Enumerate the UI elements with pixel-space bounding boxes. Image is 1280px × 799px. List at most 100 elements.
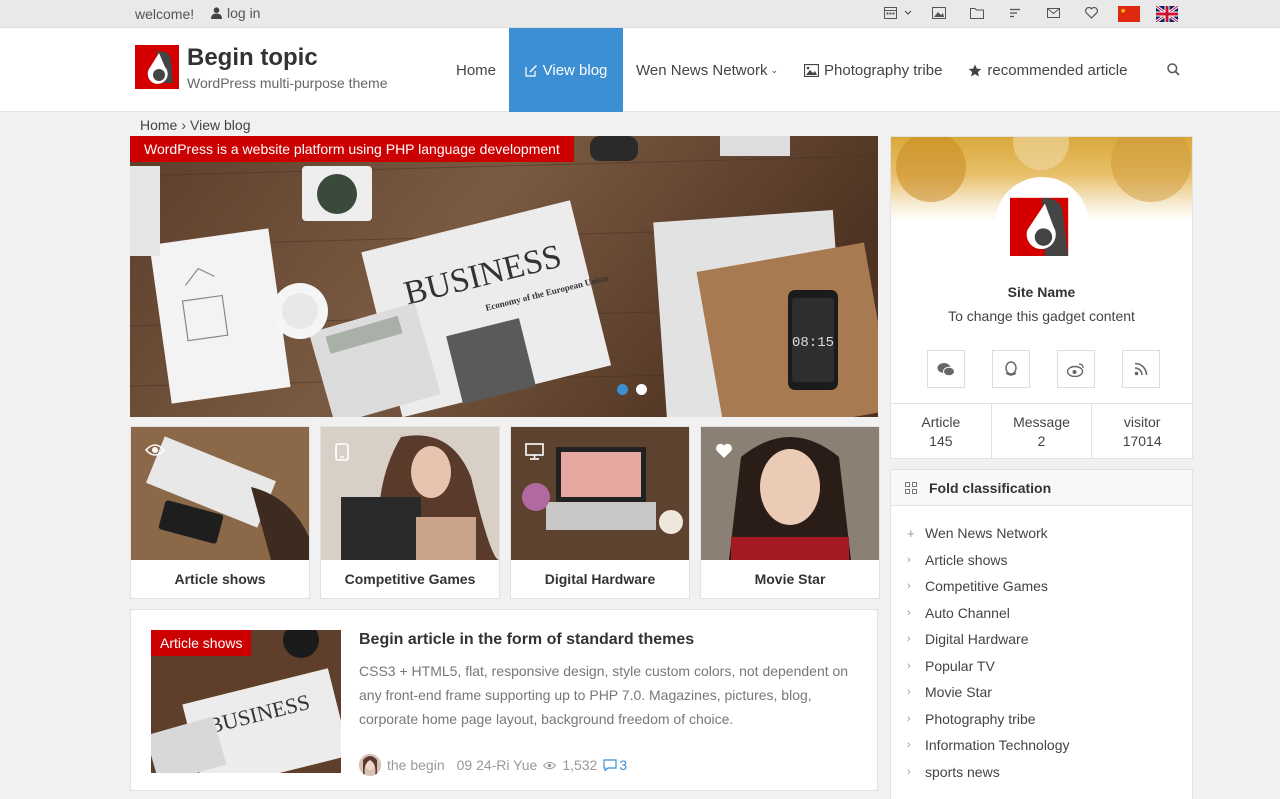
category-item-sports-news[interactable]: › sports news	[891, 759, 1192, 786]
category-item-information-technology[interactable]: › Information Technology	[891, 732, 1192, 759]
heart-icon[interactable]	[1084, 6, 1098, 20]
wechat-icon	[937, 362, 955, 376]
breadcrumb-separator: ›	[181, 117, 187, 133]
login-link[interactable]: log in	[211, 5, 260, 21]
nav-view-blog-label: View blog	[542, 61, 608, 79]
profile-name: Site Name	[1007, 284, 1076, 300]
tablet-icon	[335, 443, 349, 464]
site-logo-icon[interactable]	[135, 45, 179, 89]
monitor-icon	[525, 443, 544, 463]
category-card-article-shows[interactable]: Article shows	[130, 426, 310, 599]
category-item-competitive-games[interactable]: › Competitive Games	[891, 573, 1192, 600]
rss-icon	[1134, 362, 1148, 376]
top-bar: welcome! log in	[0, 0, 1280, 28]
slider-dot-2[interactable]	[636, 384, 647, 395]
heart-icon	[715, 443, 733, 462]
category-item-popular-tv[interactable]: › Popular TV	[891, 653, 1192, 680]
article-thumbnail[interactable]: BUSINESS Article shows	[151, 630, 341, 773]
folder-icon[interactable]	[970, 6, 984, 20]
site-title[interactable]: Begin topic	[187, 44, 318, 72]
image-icon[interactable]	[932, 6, 946, 20]
slider-dots	[617, 384, 647, 395]
hero-slider[interactable]: BUSINESS Economy of the European Union 0…	[130, 136, 878, 417]
expand-icon[interactable]: +	[907, 526, 921, 541]
chevron-right-icon: ›	[907, 633, 911, 646]
site-header: Begin topic WordPress multi-purpose them…	[0, 28, 1280, 112]
article-comments-count: 3	[619, 757, 628, 773]
category-card-competitive-games[interactable]: Competitive Games	[320, 426, 500, 599]
nav-view-blog[interactable]: View blog	[509, 28, 624, 112]
nav-home-label: Home	[456, 61, 497, 79]
category-item-article-shows[interactable]: › Article shows	[891, 547, 1192, 574]
chevron-down-icon: ⌄	[770, 64, 778, 75]
login-label: log in	[227, 5, 261, 21]
stat-label: visitor	[1123, 414, 1161, 430]
qq-button[interactable]	[992, 350, 1030, 388]
edit-icon	[525, 64, 538, 77]
category-label: Wen News Network	[925, 525, 1048, 542]
stat-visitor: visitor 17014	[1092, 404, 1192, 459]
profile-description: To change this gadget content	[948, 308, 1135, 324]
nav-home[interactable]: Home	[443, 28, 509, 112]
mail-icon[interactable]	[1046, 6, 1060, 20]
chevron-right-icon: ›	[907, 659, 911, 672]
list-icon[interactable]	[1008, 6, 1022, 20]
breadcrumb-current: View blog	[190, 117, 251, 133]
category-card-movie-star[interactable]: Movie Star	[700, 426, 880, 599]
stat-message: Message 2	[992, 404, 1093, 459]
category-card-digital-hardware[interactable]: Digital Hardware	[510, 426, 690, 599]
avatar[interactable]	[359, 754, 381, 776]
wechat-button[interactable]	[927, 350, 965, 388]
nav-recommended-article[interactable]: recommended article	[955, 28, 1140, 112]
chevron-right-icon: ›	[907, 739, 911, 752]
category-item-wen-news-network[interactable]: + Wen News Network	[891, 520, 1192, 547]
fold-classification-widget: Fold classification + Wen News Network › A…	[890, 469, 1193, 799]
card-label: Competitive Games	[344, 571, 476, 587]
profile-widget: Site Name To change this gadget content …	[890, 136, 1193, 459]
star-icon	[968, 64, 982, 77]
chevron-right-icon: ›	[907, 686, 911, 699]
card-label: Digital Hardware	[544, 571, 656, 587]
profile-logo-icon[interactable]	[995, 177, 1089, 271]
category-label: Photography tribe	[925, 710, 1036, 727]
user-icon	[211, 7, 222, 19]
uk-flag-icon[interactable]	[1156, 6, 1178, 22]
main-nav: Home View blog Wen News Network ⌄ Photog…	[443, 28, 1140, 112]
slider-dot-1[interactable]	[617, 384, 628, 395]
category-list: + Wen News Network › Article shows › Compet…	[891, 506, 1192, 785]
weibo-button[interactable]	[1057, 350, 1095, 388]
image-icon	[804, 63, 819, 77]
rss-button[interactable]	[1122, 350, 1160, 388]
chevron-right-icon: ›	[907, 580, 911, 593]
slider-title[interactable]: WordPress is a website platform using PH…	[130, 136, 574, 162]
comment-icon	[603, 759, 617, 771]
breadcrumb-home[interactable]: Home	[140, 117, 177, 133]
grid-icon	[905, 481, 917, 494]
chevron-right-icon: ›	[907, 712, 911, 725]
category-item-photography-tribe[interactable]: › Photography tribe	[891, 706, 1192, 733]
nav-recommended-label: recommended article	[987, 61, 1128, 79]
top-icons	[884, 6, 1122, 20]
article-meta: the begin 09 24-Ri Yue 1,532 3	[359, 754, 627, 776]
nav-photography-tribe[interactable]: Photography tribe	[791, 28, 955, 112]
article-author[interactable]: the begin	[387, 757, 445, 773]
nav-photography-label: Photography tribe	[824, 61, 943, 79]
stat-label: Message	[1013, 414, 1070, 430]
article-title[interactable]: Begin article in the form of standard th…	[359, 631, 694, 649]
article-comments[interactable]: 3	[603, 757, 627, 773]
category-item-auto-channel[interactable]: › Auto Channel	[891, 600, 1192, 627]
search-icon[interactable]	[1167, 63, 1180, 76]
article-views: 1,532	[562, 757, 598, 773]
article-category-badge[interactable]: Article shows	[151, 630, 252, 656]
stat-value: 17014	[1122, 433, 1162, 449]
breadcrumb: Home › View blog	[140, 117, 250, 133]
category-item-movie-star[interactable]: › Movie Star	[891, 679, 1192, 706]
calendar-icon[interactable]	[884, 6, 912, 20]
views-icon	[543, 761, 557, 769]
china-flag-icon[interactable]	[1118, 6, 1140, 22]
category-item-digital-hardware[interactable]: › Digital Hardware	[891, 626, 1192, 653]
article-date: 09 24-Ri Yue	[456, 757, 538, 773]
stat-value: 2	[1037, 433, 1046, 449]
slider-image: BUSINESS Economy of the European Union 0…	[130, 136, 878, 417]
nav-wen-news-network[interactable]: Wen News Network ⌄	[623, 28, 791, 112]
